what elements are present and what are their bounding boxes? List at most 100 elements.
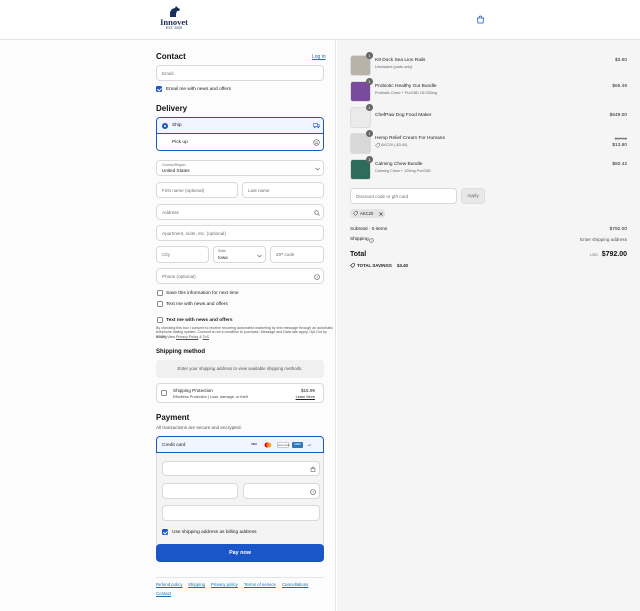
ship-option[interactable]: Ship — [157, 118, 323, 134]
footer-cancellations[interactable]: Cancellations — [282, 582, 308, 587]
credit-card-label: Credit card — [162, 442, 186, 448]
line-item: 1 Hemp Relief Cream For Humans AKC20 (-$… — [337, 130, 640, 156]
expiration-date-field[interactable] — [162, 483, 238, 499]
product-name: Calming Chew Bundle — [375, 162, 423, 167]
phone-field[interactable]: Phone (optional) ? — [156, 268, 324, 284]
apartment-placeholder: Apartment, suite, etc. (optional) — [162, 230, 226, 236]
quantity-badge: 1 — [366, 104, 373, 111]
tag-icon — [353, 211, 358, 216]
product-thumbnail: 1 — [350, 104, 373, 128]
discount-code-field[interactable]: Discount code or gift card — [350, 188, 457, 204]
delivery-heading: Delivery — [156, 104, 188, 113]
store-logo[interactable]: Innovet EST. 2005 — [156, 6, 192, 34]
zip-placeholder: ZIP code — [276, 252, 295, 257]
ship-radio[interactable] — [162, 123, 168, 129]
logo-subtext: EST. 2005 — [165, 26, 183, 30]
card-number-field[interactable] — [162, 461, 320, 476]
line-item: 1 ChefPaw Dog Food Maker $649.00 — [337, 104, 640, 130]
city-field[interactable]: City — [156, 246, 209, 263]
text-me-checkbox[interactable] — [157, 317, 163, 323]
sms-disclaimer-stop: STOP. View — [156, 334, 175, 339]
and-text: & — [199, 334, 202, 339]
address-placeholder: Address — [162, 209, 179, 215]
search-icon — [314, 209, 320, 216]
product-name: ChefPaw Dog Food Maker — [375, 113, 432, 118]
email-field[interactable]: Email — [156, 65, 324, 81]
privacy-policy-link[interactable]: Privacy Policy — [176, 335, 198, 339]
news-offers-checkbox[interactable] — [156, 86, 162, 92]
card-logos: VISA DISCOVER AMEX +3 — [249, 440, 324, 450]
security-code-field[interactable]: ? — [243, 483, 320, 499]
total-savings-value: $3.40 — [397, 263, 408, 268]
footer-contact[interactable]: Contact — [156, 591, 171, 596]
shipping-method-placeholder-text: Enter your shipping address to view avai… — [177, 366, 303, 371]
product-price: $3.50 — [614, 58, 627, 63]
help-icon[interactable]: ? — [314, 273, 320, 280]
save-info-label: Save this information for next time — [166, 290, 239, 296]
product-old-price: $17.00 — [614, 136, 627, 141]
pickup-label: Pick up — [172, 139, 188, 145]
country-select[interactable]: Country/Region United States — [156, 160, 324, 176]
footer-terms-of-service[interactable]: Terms of service — [244, 582, 276, 587]
more-cards-badge: +3 — [307, 443, 311, 447]
pay-now-button[interactable]: Pay now — [156, 544, 324, 562]
country-value: United States — [162, 168, 190, 173]
city-placeholder: City — [162, 252, 170, 257]
footer-divider — [156, 577, 324, 578]
product-thumbnail: 1 — [350, 52, 373, 76]
save-info-checkbox[interactable] — [157, 290, 163, 296]
help-icon[interactable]: ? — [369, 237, 374, 243]
last-name-placeholder: Last name — [248, 187, 270, 193]
subtotal-value: $792.00 — [609, 227, 627, 232]
last-name-field[interactable]: Last name — [242, 182, 324, 198]
state-value: Iowa — [218, 254, 228, 260]
apply-button[interactable]: Apply — [461, 188, 485, 204]
help-icon[interactable]: ? — [310, 488, 316, 495]
credit-card-option[interactable]: Credit card VISA DISCOVER AMEX +3 — [156, 436, 324, 453]
state-select[interactable]: State Iowa — [213, 246, 266, 263]
quantity-badge: 1 — [366, 52, 373, 59]
pickup-option[interactable]: Pick up — [157, 134, 323, 150]
shipping-label: Shipping — [350, 237, 369, 242]
truck-icon — [313, 123, 320, 129]
order-summary: 1 K9 Dock Sea Lion Rails Unshaded (parts… — [337, 40, 640, 611]
name-on-card-field[interactable] — [162, 505, 320, 521]
product-thumbnail: 1 — [350, 78, 373, 102]
close-icon[interactable] — [379, 211, 383, 216]
product-thumbnail: 1 — [350, 156, 373, 180]
shipping-protection-box: Shipping Protection Effortless Protectio… — [156, 383, 324, 403]
ship-label: Ship — [172, 123, 182, 128]
store-icon — [313, 138, 320, 146]
payment-subtitle: All transactions are secure and encrypte… — [156, 425, 242, 430]
svg-text:?: ? — [371, 238, 373, 242]
tag-icon — [350, 263, 355, 268]
login-link[interactable]: Log in — [312, 54, 326, 60]
first-name-placeholder: First name (optional) — [162, 187, 205, 193]
applied-code-chip: AKC20 — [350, 209, 385, 218]
checkout-form: Contact Log in Email Email me with news … — [0, 40, 336, 611]
text-news-checkbox[interactable] — [157, 301, 163, 307]
news-offers-label: Email me with news and offers — [166, 86, 231, 92]
tos-link[interactable]: ToS — [203, 335, 209, 339]
first-name-field[interactable]: First name (optional) — [156, 182, 238, 198]
address-field[interactable]: Address — [156, 204, 324, 220]
line-item: 1 K9 Dock Sea Lion Rails Unshaded (parts… — [337, 52, 640, 78]
cart-icon[interactable] — [476, 15, 485, 24]
zip-field[interactable]: ZIP code — [270, 246, 324, 263]
learn-more-link[interactable]: Learn More — [296, 395, 315, 399]
footer-privacy-policy[interactable]: Privacy policy — [211, 582, 238, 587]
apartment-field[interactable]: Apartment, suite, etc. (optional) — [156, 225, 324, 241]
svg-text:?: ? — [316, 275, 318, 279]
sms-disclaimer-line-3: STOP. View Privacy Policy & ToS — [156, 335, 209, 339]
shipping-protection-title: Shipping Protection — [173, 387, 213, 393]
product-variant: Calming Chew + 125mg PurCBD — [375, 169, 431, 173]
text-me-title: Text me with news and offers — [166, 317, 233, 323]
product-thumbnail: 1 — [350, 130, 373, 154]
shipping-protection-checkbox[interactable] — [161, 390, 167, 396]
product-name: Probiotic Healthy Gut Bundle — [375, 84, 437, 89]
total-currency: USD — [589, 253, 598, 257]
billing-address-checkbox[interactable] — [162, 529, 168, 535]
footer-refund-policy[interactable]: Refund policy — [156, 582, 183, 587]
footer-shipping[interactable]: Shipping — [188, 582, 205, 587]
product-price: $65.48 — [612, 84, 627, 89]
